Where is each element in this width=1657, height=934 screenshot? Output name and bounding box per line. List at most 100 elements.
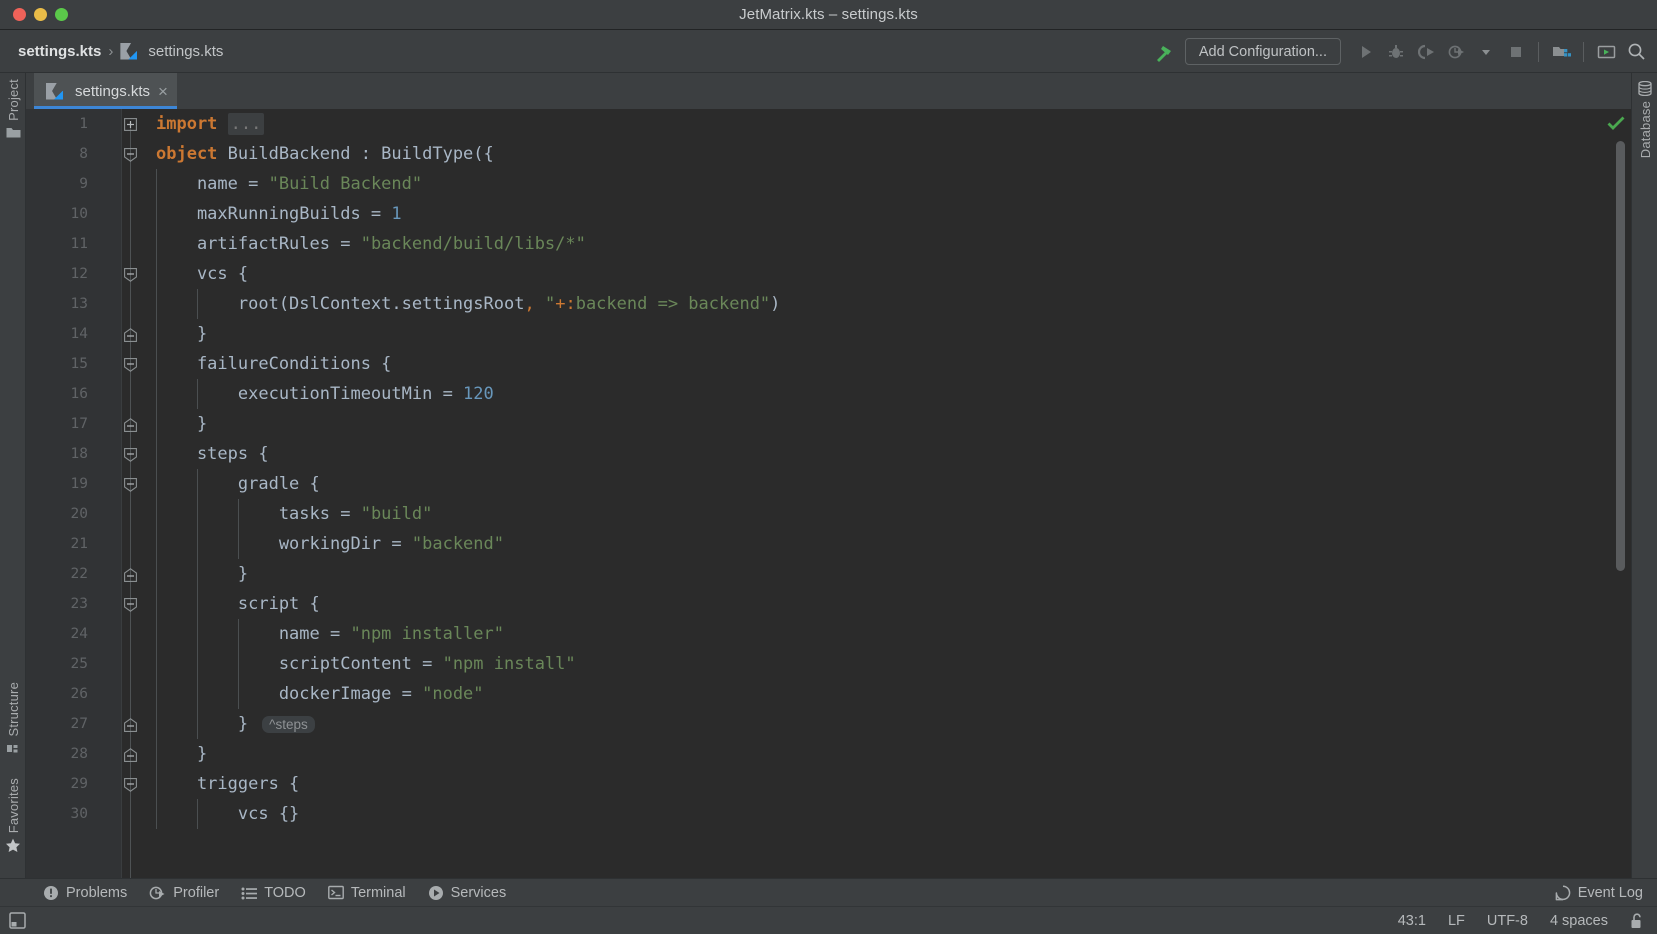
editor-tab-settings-kts[interactable]: settings.kts × <box>34 73 177 109</box>
code-line[interactable]: 20 tasks = "build" <box>26 499 1631 529</box>
inlay-hint[interactable]: ^steps <box>262 716 315 733</box>
sidebar-item-structure[interactable]: Structure <box>0 682 26 760</box>
left-tool-window-stripe: Project Structure Favorites <box>0 73 26 878</box>
fold-collapse-icon[interactable] <box>124 448 137 461</box>
code-token: "backend/build/libs/*" <box>361 234 586 254</box>
line-separator[interactable]: LF <box>1448 913 1465 929</box>
tool-window-profiler[interactable]: Profiler <box>138 879 230 907</box>
caret-position[interactable]: 43:1 <box>1398 913 1426 929</box>
project-structure-icon[interactable] <box>1546 37 1576 67</box>
code-line[interactable]: 29 triggers { <box>26 769 1631 799</box>
fold-collapse-icon[interactable] <box>124 358 137 371</box>
code-line[interactable]: 25 scriptContent = "npm install" <box>26 649 1631 679</box>
navigation-bar: settings.kts › settings.kts Add Configur… <box>0 30 1657 73</box>
code-line[interactable]: 1import ... <box>26 109 1631 139</box>
code-text: } <box>156 739 207 769</box>
code-line[interactable]: 13 root(DslContext.settingsRoot, "+:back… <box>26 289 1631 319</box>
play-icon[interactable] <box>1351 37 1381 67</box>
code-token: "build" <box>361 504 433 524</box>
sidebar-item-project[interactable]: Project <box>0 79 26 144</box>
code-line[interactable]: 27 }^steps <box>26 709 1631 739</box>
code-token: name = <box>156 624 350 644</box>
code-line[interactable]: 22 } <box>26 559 1631 589</box>
event-log-icon <box>1555 885 1571 901</box>
toggle-tool-window-icon[interactable] <box>8 911 27 930</box>
fold-collapse-icon[interactable] <box>124 778 137 791</box>
code-editor[interactable]: 1import ...8object BuildBackend : BuildT… <box>26 109 1631 878</box>
code-token: } <box>156 564 248 584</box>
tool-window-todo[interactable]: TODO <box>230 879 317 907</box>
code-line[interactable]: 15 failureConditions { <box>26 349 1631 379</box>
code-line[interactable]: 28 } <box>26 739 1631 769</box>
close-icon[interactable]: × <box>158 83 168 100</box>
fold-collapse-icon[interactable] <box>124 268 137 281</box>
breadcrumb-root[interactable]: settings.kts <box>18 43 101 60</box>
structure-icon <box>6 742 20 755</box>
sidebar-item-database[interactable]: Database <box>1632 79 1657 158</box>
code-token: root(DslContext.settingsRoot <box>156 294 524 314</box>
tool-window-services-label: Services <box>451 885 507 901</box>
database-icon <box>1638 81 1652 96</box>
code-text: script { <box>156 589 320 619</box>
code-token <box>217 114 227 134</box>
terminal-window-icon[interactable] <box>1591 37 1621 67</box>
code-token: } <box>156 414 207 434</box>
code-line[interactable]: 21 workingDir = "backend" <box>26 529 1631 559</box>
code-line[interactable]: 30 vcs {} <box>26 799 1631 829</box>
code-text: vcs { <box>156 259 248 289</box>
code-line[interactable]: 12 vcs { <box>26 259 1631 289</box>
code-line[interactable]: 24 name = "npm installer" <box>26 619 1631 649</box>
breadcrumb[interactable]: settings.kts › settings.kts <box>18 43 223 60</box>
code-line[interactable]: 14 } <box>26 319 1631 349</box>
code-token: , <box>524 294 534 314</box>
stop-square-icon[interactable] <box>1501 37 1531 67</box>
fold-end-icon[interactable] <box>124 418 137 431</box>
search-icon[interactable] <box>1621 37 1651 67</box>
tool-window-services[interactable]: Services <box>417 879 518 907</box>
code-line[interactable]: 10 maxRunningBuilds = 1 <box>26 199 1631 229</box>
fold-collapse-icon[interactable] <box>124 148 137 161</box>
code-line[interactable]: 19 gradle { <box>26 469 1631 499</box>
fold-collapse-icon[interactable] <box>124 478 137 491</box>
line-number: 9 <box>26 169 88 199</box>
fold-expand-icon[interactable] <box>124 118 137 131</box>
add-configuration-button[interactable]: Add Configuration... <box>1185 38 1341 65</box>
code-line[interactable]: 26 dockerImage = "node" <box>26 679 1631 709</box>
fold-end-icon[interactable] <box>124 748 137 761</box>
problems-icon <box>43 885 59 901</box>
fold-end-icon[interactable] <box>124 328 137 341</box>
fold-end-icon[interactable] <box>124 568 137 581</box>
line-number: 22 <box>26 559 88 589</box>
profile-icon[interactable] <box>1441 37 1471 67</box>
code-text: } <box>156 319 207 349</box>
folder-icon <box>6 126 21 139</box>
code-line[interactable]: 9 name = "Build Backend" <box>26 169 1631 199</box>
hammer-icon[interactable] <box>1147 30 1181 73</box>
code-token: BuildBackend : BuildType({ <box>217 144 493 164</box>
code-token: "backend" <box>412 534 504 554</box>
unlocked-padlock-icon[interactable] <box>1630 913 1644 929</box>
fold-collapse-icon[interactable] <box>124 598 137 611</box>
sidebar-item-favorites[interactable]: Favorites <box>0 778 26 858</box>
line-number: 27 <box>26 709 88 739</box>
editor-scrollbar-thumb[interactable] <box>1616 141 1625 571</box>
code-line[interactable]: 17 } <box>26 409 1631 439</box>
code-text: failureConditions { <box>156 349 391 379</box>
star-icon <box>5 838 21 853</box>
code-line[interactable]: 18 steps { <box>26 439 1631 469</box>
code-line[interactable]: 16 executionTimeoutMin = 120 <box>26 379 1631 409</box>
run-coverage-icon[interactable] <box>1411 37 1441 67</box>
tool-window-problems[interactable]: Problems <box>32 879 138 907</box>
bug-icon[interactable] <box>1381 37 1411 67</box>
file-encoding[interactable]: UTF-8 <box>1487 913 1528 929</box>
code-line[interactable]: 8object BuildBackend : BuildType({ <box>26 139 1631 169</box>
chevron-down-icon[interactable] <box>1471 37 1501 67</box>
code-line[interactable]: 23 script { <box>26 589 1631 619</box>
breadcrumb-leaf[interactable]: settings.kts <box>148 43 223 60</box>
editor-scrollbar[interactable] <box>1617 109 1628 878</box>
code-line[interactable]: 11 artifactRules = "backend/build/libs/*… <box>26 229 1631 259</box>
tool-window-terminal[interactable]: Terminal <box>317 879 417 907</box>
fold-end-icon[interactable] <box>124 718 137 731</box>
event-log-button[interactable]: Event Log <box>1544 879 1645 907</box>
indent-setting[interactable]: 4 spaces <box>1550 913 1608 929</box>
